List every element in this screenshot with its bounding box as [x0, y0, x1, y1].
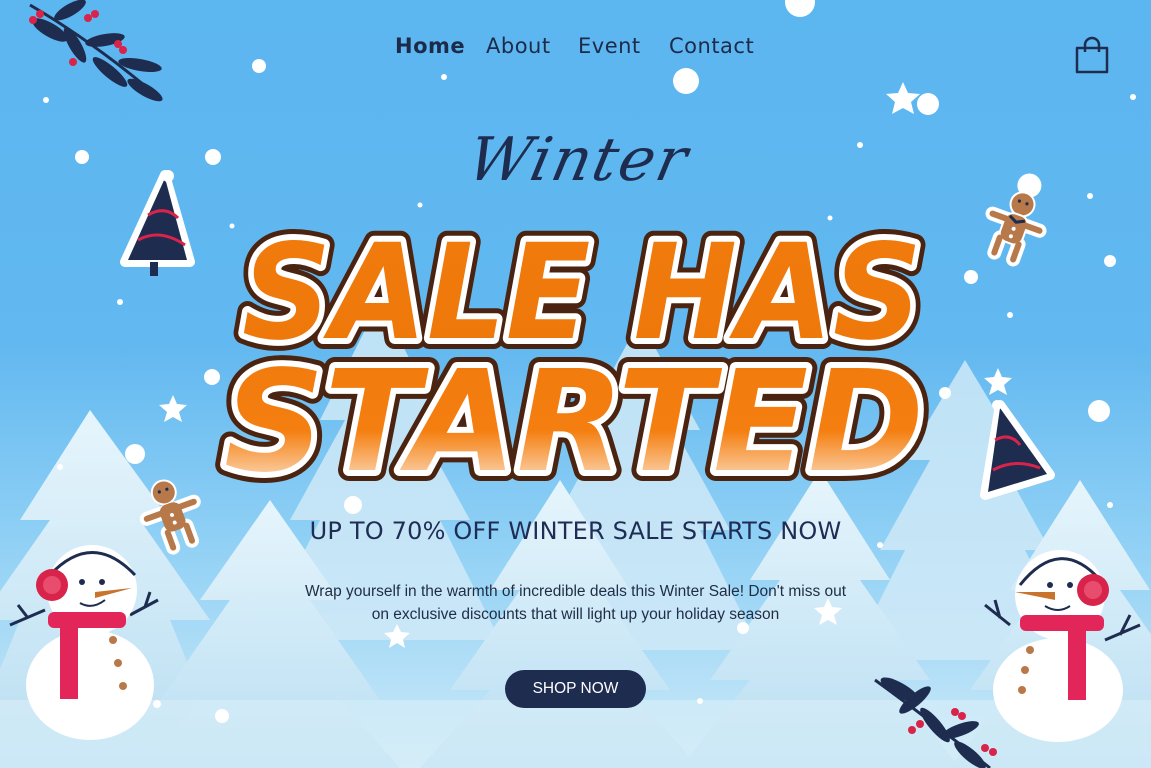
- hero-headline: SALE HAS SALE HAS SALE HAS STARTED START…: [213, 205, 935, 515]
- shop-now-button[interactable]: SHOP NOW: [505, 670, 646, 708]
- hero-description-line2: on exclusive discounts that will light u…: [371, 606, 780, 623]
- hero-description-line1: Wrap yourself in the warmth of incredibl…: [304, 583, 847, 600]
- headline-line2: STARTED: [224, 341, 924, 504]
- hero-description: Wrap yourself in the warmth of incredibl…: [290, 580, 861, 626]
- hero-subtitle: UP TO 70% OFF WINTER SALE STARTS NOW: [309, 517, 842, 545]
